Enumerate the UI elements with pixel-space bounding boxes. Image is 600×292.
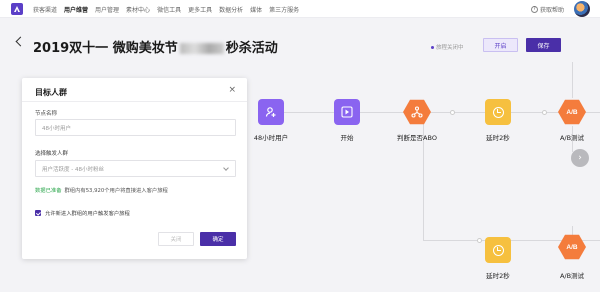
flow-node-label: A/B测试 xyxy=(559,134,585,142)
back-arrow-icon[interactable] xyxy=(15,36,26,47)
top-nav-bar: 获客渠道 用户维营 用户管理 素材中心 微信工具 更多工具 数据分析 媒体 第三… xyxy=(0,0,600,18)
flow-node-label: 开始 xyxy=(340,134,354,142)
status-text: 旅程关闭中 xyxy=(436,45,464,51)
title-prefix: 2019双十一 微购美妆节 xyxy=(33,41,178,56)
ab-icon: A/B xyxy=(566,108,578,116)
flow-node-judge[interactable] xyxy=(403,99,431,125)
help-link[interactable]: ? 获取帮助 xyxy=(530,5,564,14)
main-nav: 获客渠道 用户维营 用户管理 素材中心 微信工具 更多工具 数据分析 媒体 第三… xyxy=(33,0,306,18)
flow-node-label: A/B测试 xyxy=(559,272,585,280)
journey-status: 旅程关闭中 xyxy=(431,43,464,51)
title-suffix: 秒杀活动 xyxy=(225,41,278,56)
add-node-dot[interactable] xyxy=(477,238,482,243)
app-logo[interactable] xyxy=(11,3,23,15)
scroll-right-button[interactable]: › xyxy=(571,149,589,167)
ab-icon: A/B xyxy=(566,243,578,251)
nav-item-third-party[interactable]: 第三方服务 xyxy=(269,5,299,14)
play-icon xyxy=(341,106,353,118)
flow-node-label: 延时2秒 xyxy=(486,134,510,142)
branch-icon xyxy=(411,106,423,118)
chevron-right-icon: › xyxy=(578,153,582,163)
target-audience-panel: 目标人群 × 节点名称 48小时用户 选择触发人群 用户活跃度 - 48小时粉丝… xyxy=(22,78,247,259)
page-title: 2019双十一 微购美妆节 秒杀活动 xyxy=(33,37,278,56)
flow-node-label: 48小时用户 xyxy=(253,134,289,142)
connector-line xyxy=(284,112,600,113)
save-button[interactable]: 保存 xyxy=(526,38,561,52)
title-redacted-text xyxy=(179,43,224,54)
nav-item-wechat-tools[interactable]: 微信工具 xyxy=(157,5,181,14)
trigger-group-select[interactable]: 用户活跃度 - 48小时粉丝 xyxy=(35,160,236,177)
help-icon: ? xyxy=(530,6,538,13)
chevron-down-icon xyxy=(223,165,229,171)
flow-node-start[interactable] xyxy=(334,99,360,125)
allow-new-users-checkbox-row[interactable]: 允许新进入群组的用户触发客户旅程 xyxy=(35,209,130,217)
confirm-button[interactable]: 确定 xyxy=(200,232,236,246)
flow-node-label: 判断是否ABO xyxy=(397,134,437,142)
node-name-label: 节点名称 xyxy=(35,111,58,117)
flow-node-delay[interactable] xyxy=(485,99,511,125)
nav-item-media[interactable]: 媒体 xyxy=(250,5,262,14)
node-name-value: 48小时用户 xyxy=(42,125,71,132)
sync-status-badge: 数据已准备 xyxy=(35,188,62,194)
nav-item-acquisition[interactable]: 获客渠道 xyxy=(33,5,57,14)
flow-node-ab-test[interactable]: A/B xyxy=(558,99,586,125)
flow-node-delay-2[interactable] xyxy=(485,237,511,263)
nav-item-more-tools[interactable]: 更多工具 xyxy=(188,5,212,14)
divider xyxy=(22,101,247,102)
trigger-group-value: 用户活跃度 - 48小时粉丝 xyxy=(42,166,104,173)
sync-status-text: 群组内有53,920个用户将直接进入客户旅程 xyxy=(64,188,168,194)
clock-icon xyxy=(492,106,504,118)
close-icon[interactable]: × xyxy=(228,86,236,95)
nav-item-analytics[interactable]: 数据分析 xyxy=(219,5,243,14)
nav-item-user-operation[interactable]: 用户维营 xyxy=(64,5,88,14)
clock-icon xyxy=(492,244,504,256)
start-button[interactable]: 开启 xyxy=(483,38,518,52)
sync-status-line: 数据已准备 群组内有53,920个用户将直接进入客户旅程 xyxy=(35,186,168,194)
avatar[interactable] xyxy=(574,1,590,17)
close-button[interactable]: 关闭 xyxy=(158,232,194,246)
status-dot-icon xyxy=(431,46,434,49)
node-name-input[interactable]: 48小时用户 xyxy=(35,119,236,136)
connector-line xyxy=(572,62,573,98)
flow-node-label: 延时2秒 xyxy=(486,272,510,280)
trigger-group-label: 选择触发人群 xyxy=(35,151,69,157)
nav-item-user-management[interactable]: 用户管理 xyxy=(95,5,119,14)
user-plus-icon xyxy=(265,107,276,117)
flow-node-48h-users[interactable] xyxy=(258,99,284,125)
allow-new-users-checkbox[interactable] xyxy=(35,210,41,216)
nav-item-assets[interactable]: 素材中心 xyxy=(126,5,150,14)
flow-node-ab-test-2[interactable]: A/B xyxy=(558,234,586,260)
add-node-dot[interactable] xyxy=(450,110,455,115)
add-node-dot[interactable] xyxy=(542,110,547,115)
allow-new-users-label: 允许新进入群组的用户触发客户旅程 xyxy=(45,211,130,217)
help-label: 获取帮助 xyxy=(539,7,564,14)
panel-title: 目标人群 xyxy=(35,88,67,97)
